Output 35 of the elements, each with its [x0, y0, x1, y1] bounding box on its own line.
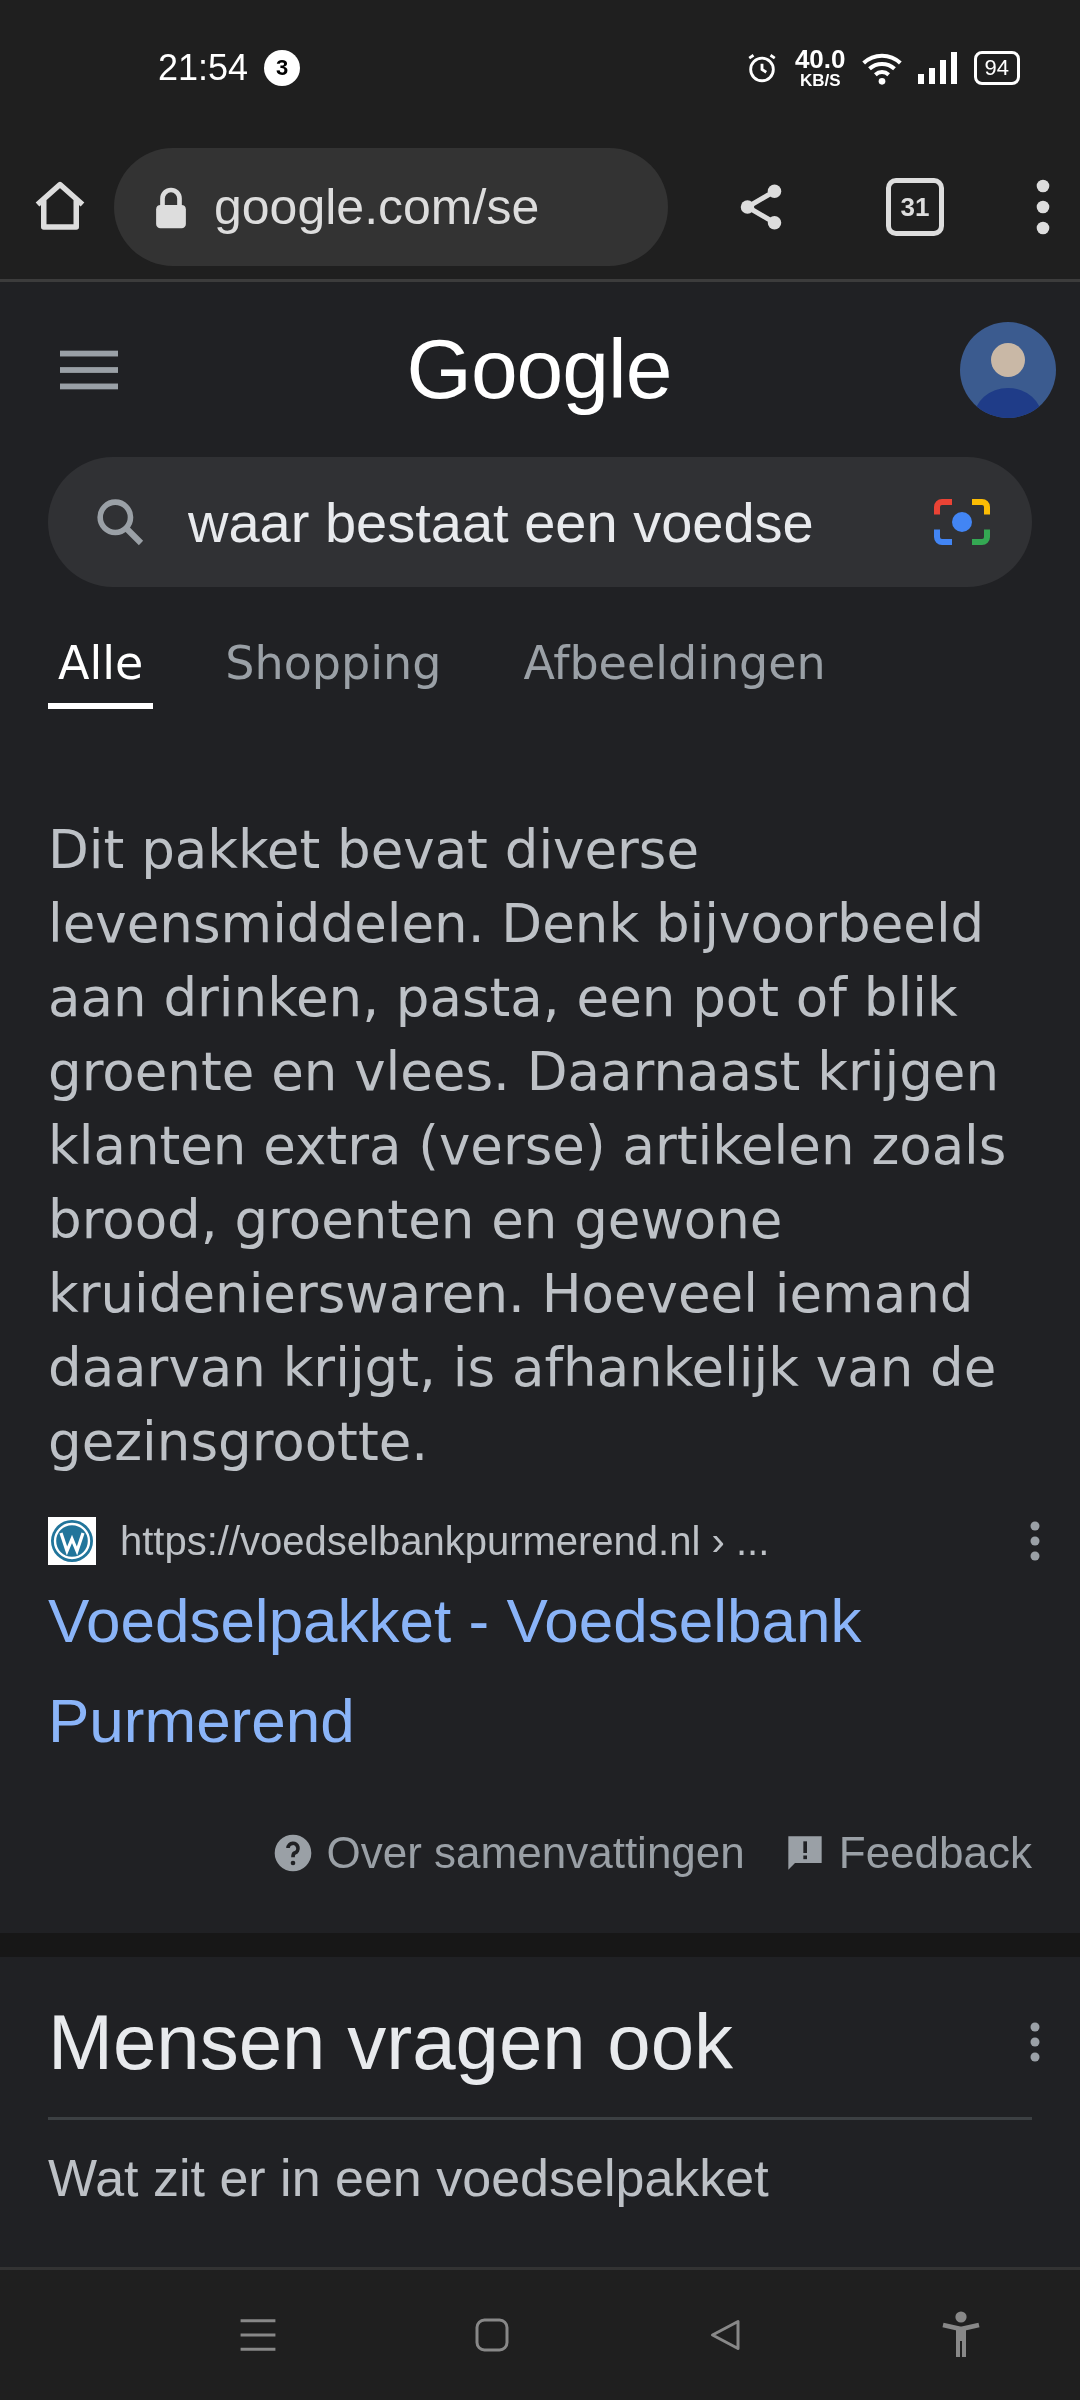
search-tab[interactable]: Afbeeldingen — [513, 623, 836, 709]
help-icon — [272, 1833, 313, 1873]
network-speed-unit: KB/S — [799, 72, 841, 89]
source-url: https://voedselbankpurmerend.nl › ... — [120, 1518, 771, 1564]
more-icon — [1036, 179, 1050, 235]
url-text: google.com/se — [214, 178, 540, 236]
feedback-link[interactable]: Feedback — [784, 1828, 1032, 1878]
result-title-link[interactable]: Voedselpakket - Voedselbank Purmerend — [48, 1571, 1032, 1771]
notification-badge: 3 — [264, 49, 301, 86]
tab-switcher-button[interactable]: 31 — [886, 178, 944, 236]
home-nav-button[interactable] — [474, 2317, 511, 2353]
menu-button[interactable] — [1036, 179, 1050, 235]
signal-icon — [917, 51, 958, 84]
more-button[interactable] — [1030, 2022, 1040, 2062]
menu-button[interactable] — [60, 349, 118, 390]
search-tab[interactable]: Alle — [48, 623, 154, 709]
search-field[interactable]: waar bestaat een voedse — [48, 457, 1032, 587]
search-tab[interactable]: Shopping — [215, 623, 452, 709]
more-button[interactable] — [1030, 1521, 1040, 1561]
lock-icon — [154, 185, 188, 229]
wordpress-icon — [48, 1517, 96, 1565]
more-icon — [1030, 2022, 1040, 2062]
clock-time: 21:54 — [158, 46, 249, 89]
battery-level: 94 — [973, 50, 1020, 85]
recent-apps-button[interactable] — [238, 2317, 277, 2353]
address-bar[interactable]: google.com/se — [114, 148, 668, 266]
search-query: waar bestaat een voedse — [188, 489, 815, 555]
accessibility-button[interactable] — [941, 2311, 982, 2359]
answer-snippet: Dit pakket bevat diverse levensmiddelen. Denk bijvoorbeeld aan drinken, pasta, een pot of blik groente en vlees. Daarnaast krijgen klanten extra (verse) artikelen zoals brood, groenten en gewone kruidenierswaren. Hoeveel iemand daarvan krijgt, is afhankelijk van de gezinsgrootte. — [48, 818, 1008, 1474]
section-heading: Mensen vragen ook — [48, 1996, 735, 2088]
google-logo: Google — [405, 321, 673, 418]
question-item[interactable]: Wat zit er in een voedselpakket — [48, 2148, 1032, 2208]
more-icon — [1030, 1521, 1040, 1561]
about-link[interactable]: Over samenvattingen — [272, 1828, 745, 1878]
network-speed: 40.0 — [794, 46, 846, 72]
